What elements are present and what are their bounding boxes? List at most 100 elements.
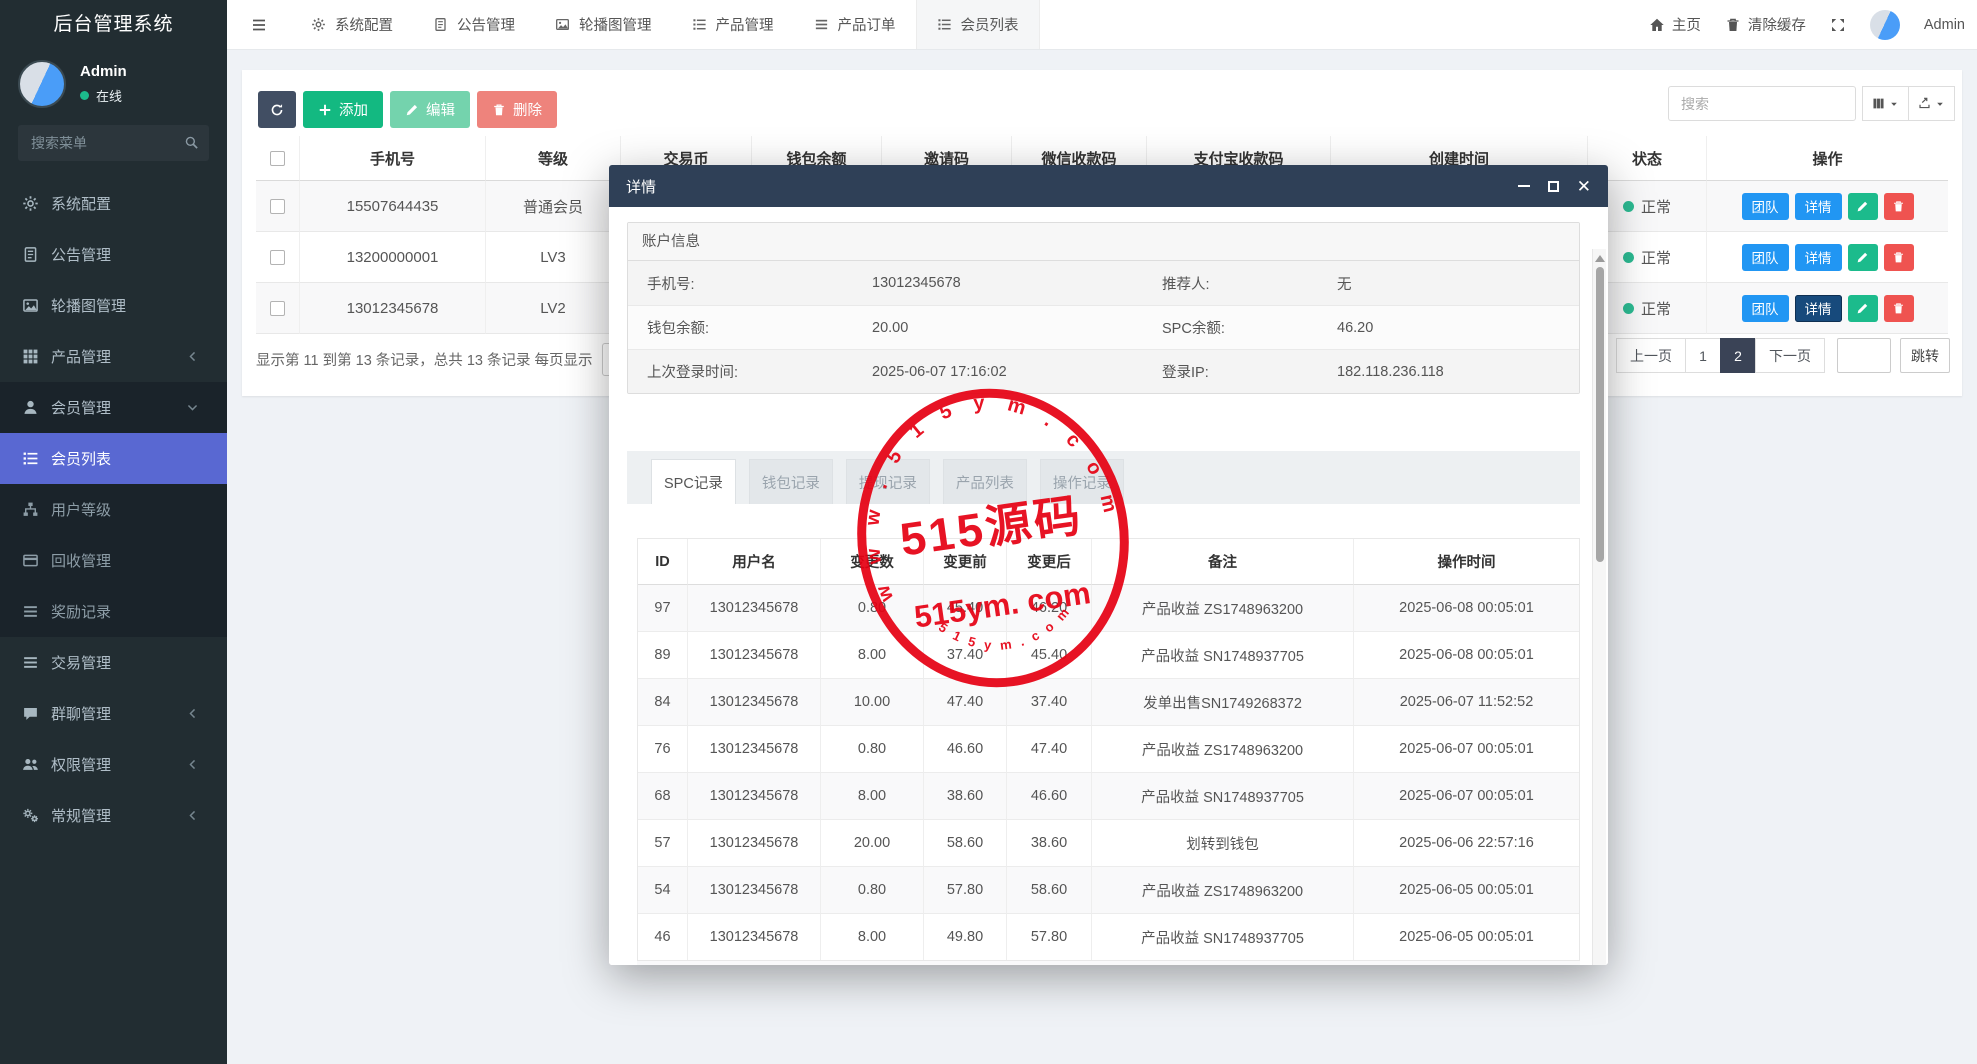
records-cell: 8.00: [821, 914, 924, 961]
columns-toggle-button[interactable]: [1862, 86, 1909, 121]
detail-button[interactable]: 详情: [1795, 295, 1842, 322]
sidebar-item-1[interactable]: 公告管理: [0, 229, 227, 280]
sidebar-item-7[interactable]: 回收管理: [0, 535, 227, 586]
row-checkbox[interactable]: [270, 250, 285, 265]
card-icon: [22, 552, 39, 569]
modal-scrollbar[interactable]: [1592, 249, 1606, 965]
admin-avatar[interactable]: [1870, 10, 1900, 40]
topbar: 系统配置公告管理轮播图管理产品管理产品订单会员列表 主页 清除缓存 Admin: [227, 0, 1977, 50]
detail-button[interactable]: 详情: [1795, 193, 1842, 220]
records-column-header: 操作时间: [1354, 539, 1579, 585]
tab-4[interactable]: 操作记录: [1040, 459, 1124, 504]
top-nav-item-5[interactable]: 会员列表: [916, 0, 1040, 49]
records-cell: 13012345678: [688, 867, 821, 914]
trash-icon: [1892, 200, 1905, 213]
records-cell: 2025-06-06 22:57:16: [1354, 820, 1579, 867]
pagination-page-2[interactable]: 2: [1720, 338, 1756, 373]
scrollbar-thumb[interactable]: [1596, 267, 1604, 562]
tab-0[interactable]: SPC记录: [651, 459, 736, 504]
list-icon: [22, 450, 39, 467]
team-button[interactable]: 团队: [1742, 244, 1789, 271]
menu-toggle-icon[interactable]: [250, 17, 268, 33]
row-delete-button[interactable]: [1884, 295, 1914, 322]
export-icon: [1918, 97, 1931, 110]
sidebar-item-11[interactable]: 权限管理: [0, 739, 227, 790]
top-nav-item-4[interactable]: 产品订单: [794, 0, 916, 49]
table-search-input[interactable]: [1668, 86, 1856, 121]
row-delete-button[interactable]: [1884, 193, 1914, 220]
row-checkbox[interactable]: [270, 199, 285, 214]
maximize-icon[interactable]: [1548, 179, 1559, 193]
records-cell: 产品收益 ZS1748963200: [1092, 726, 1354, 773]
records-row: 76130123456780.8046.6047.40产品收益 ZS174896…: [638, 726, 1579, 773]
menu-search-input[interactable]: [18, 125, 209, 161]
detail-button[interactable]: 详情: [1795, 244, 1842, 271]
sidebar: 后台管理系统 Admin 在线 系统配置公告管理轮播图管理产品管理会员管理会员列…: [0, 0, 227, 1064]
scroll-up-icon[interactable]: [1595, 255, 1605, 262]
chevron-left-icon: [186, 758, 199, 771]
sidebar-item-2[interactable]: 轮播图管理: [0, 280, 227, 331]
spc-records-table: ID用户名变更数变更前变更后备注操作时间97130123456780.8045.…: [637, 538, 1580, 961]
records-cell: 58.60: [924, 820, 1007, 867]
pagination: 上一页12下一页: [1617, 338, 1825, 373]
top-nav-item-2[interactable]: 轮播图管理: [535, 0, 672, 49]
team-button[interactable]: 团队: [1742, 193, 1789, 220]
top-nav-item-1[interactable]: 公告管理: [413, 0, 535, 49]
row-delete-button[interactable]: [1884, 244, 1914, 271]
row-edit-button[interactable]: [1848, 244, 1878, 271]
sidebar-item-6[interactable]: 用户等级: [0, 484, 227, 535]
records-cell: 2025-06-05 00:05:01: [1354, 867, 1579, 914]
modal-header[interactable]: 详情 ✕: [609, 165, 1608, 207]
sidebar-item-10[interactable]: 群聊管理: [0, 688, 227, 739]
sidebar-item-0[interactable]: 系统配置: [0, 178, 227, 229]
minimize-icon[interactable]: [1518, 179, 1530, 193]
sidebar-item-3[interactable]: 产品管理: [0, 331, 227, 382]
team-button[interactable]: 团队: [1742, 295, 1789, 322]
page-jump-button[interactable]: 跳转: [1900, 338, 1950, 373]
online-status-dot: [80, 91, 89, 100]
top-nav-item-0[interactable]: 系统配置: [291, 0, 413, 49]
status-badge: 正常: [1641, 298, 1671, 319]
pagination-page-1[interactable]: 1: [1685, 338, 1721, 373]
sidebar-item-12[interactable]: 常规管理: [0, 790, 227, 841]
gear-icon: [22, 195, 39, 212]
export-button[interactable]: [1908, 86, 1955, 121]
records-cell: 划转到钱包: [1092, 820, 1354, 867]
clear-cache-link[interactable]: 清除缓存: [1725, 14, 1806, 35]
pagination-next[interactable]: 下一页: [1755, 338, 1825, 373]
sidebar-item-4[interactable]: 会员管理: [0, 382, 227, 433]
refresh-button[interactable]: [258, 91, 296, 128]
records-row: 97130123456780.8045.4046.20产品收益 ZS174896…: [638, 585, 1579, 632]
top-nav-item-3[interactable]: 产品管理: [672, 0, 794, 49]
tab-3[interactable]: 产品列表: [943, 459, 1027, 504]
sidebar-item-label: 轮播图管理: [51, 295, 126, 316]
edit-button[interactable]: 编辑: [390, 91, 470, 128]
tab-2[interactable]: 提现记录: [846, 459, 930, 504]
status-dot: [1623, 201, 1634, 212]
trash-icon: [1892, 251, 1905, 264]
row-checkbox[interactable]: [270, 301, 285, 316]
home-link[interactable]: 主页: [1649, 14, 1701, 35]
tab-1[interactable]: 钱包记录: [749, 459, 833, 504]
row-checkbox-cell: [256, 283, 300, 334]
add-button[interactable]: 添加: [303, 91, 383, 128]
close-icon[interactable]: ✕: [1577, 179, 1591, 193]
sidebar-item-9[interactable]: 交易管理: [0, 637, 227, 688]
records-cell: 0.80: [821, 867, 924, 914]
select-all-checkbox[interactable]: [270, 151, 285, 166]
records-cell: 38.60: [1007, 820, 1092, 867]
fullscreen-icon[interactable]: [1830, 17, 1846, 33]
chevron-left-icon: [186, 809, 199, 822]
row-edit-button[interactable]: [1848, 295, 1878, 322]
sidebar-item-5[interactable]: 会员列表: [0, 433, 227, 484]
records-cell: 产品收益 ZS1748963200: [1092, 867, 1354, 914]
home-icon: [1649, 17, 1665, 33]
row-edit-button[interactable]: [1848, 193, 1878, 220]
records-cell: 49.80: [924, 914, 1007, 961]
status-badge: 正常: [1641, 196, 1671, 217]
sidebar-item-8[interactable]: 奖励记录: [0, 586, 227, 637]
delete-button[interactable]: 删除: [477, 91, 557, 128]
pagination-prev[interactable]: 上一页: [1616, 338, 1686, 373]
page-jump-input[interactable]: [1837, 338, 1891, 373]
row-checkbox-cell: [256, 181, 300, 232]
